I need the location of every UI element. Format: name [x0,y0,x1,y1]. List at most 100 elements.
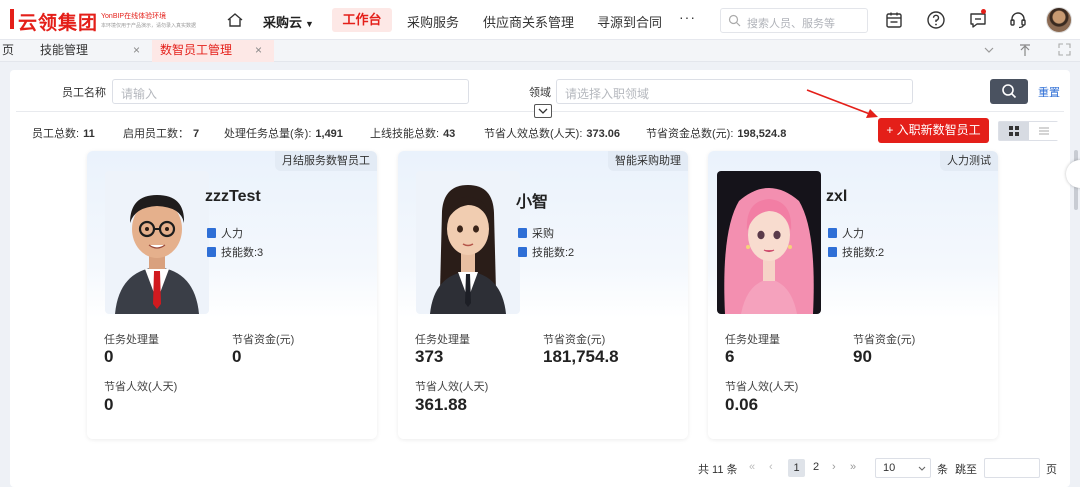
skill-icon [518,247,527,257]
tab-home[interactable]: 页 [0,40,24,62]
view-toggle [998,121,1058,141]
cloud-menu[interactable]: 采购云 ▼ [263,12,314,31]
chevron-down-icon[interactable] [984,46,994,54]
last-page-icon[interactable]: » [850,461,856,473]
nav-tab-sourcing-contract[interactable]: 寻源到合同 [597,12,662,31]
employee-avatar-image [105,171,209,314]
search-icon [728,14,741,27]
effort-label: 节省人效(人天) [725,381,799,393]
collapse-filter-button[interactable] [534,104,552,118]
search-placeholder: 搜索人员、服务等 [747,18,835,30]
employee-domain: 采购 [518,225,554,241]
list-icon [1039,127,1049,135]
caret-down-icon: ▼ [305,19,314,29]
nav-tab-procurement-service[interactable]: 采购服务 [407,12,459,31]
page-size-value: 10 [883,462,896,474]
nav-more-button[interactable]: ··· [679,9,696,25]
jump-label: 跳至 [955,464,977,476]
savings-label: 节省资金(元) [853,334,916,346]
brand-logo[interactable]: 云领集团 [18,8,98,35]
stat-saved-funds: 节省资金总数(元): 198,524.8 [646,128,787,140]
employee-name[interactable]: 小智 [516,188,548,212]
employee-card[interactable]: 人力测试 zxl 人力 技能数:2 任务处理量 6 节省资金(元) 90 节省人… [708,151,998,439]
prev-page-icon[interactable]: ‹ [769,461,773,473]
employee-avatar-image [717,171,821,314]
card-role-tag: 人力测试 [940,151,998,171]
onboard-new-employee-button[interactable]: + 入职新数智员工 [878,118,989,143]
close-icon[interactable]: × [133,40,140,60]
annotation-arrow [806,89,878,118]
effort-value: 0.06 [725,395,759,414]
page-button-current[interactable]: 1 [788,459,805,477]
employee-name-label: 员工名称 [62,87,106,99]
stat-total-tasks: 处理任务总量(条): 1,491 [224,128,343,140]
domain-icon [828,228,837,238]
reset-button[interactable]: 重置 [1038,84,1060,100]
effort-value: 0 [104,395,114,414]
tab-skill-management[interactable]: 技能管理 × [32,40,150,62]
pin-top-icon[interactable] [1019,44,1031,57]
global-search-input[interactable]: 搜索人员、服务等 [720,8,868,33]
skill-icon [207,247,216,257]
main-panel: 员工名称 请输入 领域 请选择入职领域 重置 员工总数: 11 启用员工数： 7 处… [10,70,1070,487]
effort-value: 361.88 [415,395,467,414]
stat-saved-effort: 节省人效总数(人天): 373.06 [484,128,621,140]
first-page-icon[interactable]: « [749,461,755,473]
employee-name[interactable]: zxl [826,188,847,206]
search-button[interactable] [990,79,1028,104]
effort-label: 节省人效(人天) [415,381,489,393]
employee-card[interactable]: 智能采购助理 小智 采购 技能数:2 任务处理量 373 节省资金(元) 181… [398,151,688,439]
employee-name-input[interactable]: 请输入 [112,79,469,104]
pagination-total: 共 11 条 [698,464,738,476]
chevron-down-icon [538,108,548,114]
tasks-label: 任务处理量 [415,334,470,346]
brand-note: 本环境仅用于产品演示，请勿录入真实数据 [101,23,197,29]
stat-enabled-employees: 启用员工数： 7 [123,128,200,140]
employee-skill-count: 技能数:3 [207,244,263,260]
brand-subtitle: YonBIP在线体验环境 [101,13,167,20]
page-button[interactable]: 2 [813,461,819,473]
nav-tab-workbench[interactable]: 工作台 [332,8,392,32]
grid-view-button[interactable] [999,122,1029,140]
chevron-down-icon [918,466,926,471]
tasks-label: 任务处理量 [725,334,780,346]
card-role-tag: 智能采购助理 [608,151,688,171]
employee-card[interactable]: 月结服务数智员工 zzzTest 人力 技能数:3 任务处理量 0 节省资金(元… [87,151,377,439]
list-view-button[interactable] [1029,122,1058,140]
employee-skill-count: 技能数:2 [518,244,574,260]
domain-label: 领域 [529,87,551,99]
page-suffix: 页 [1046,464,1057,476]
grid-icon [1009,126,1019,136]
logo-mark [10,9,14,29]
home-icon[interactable] [226,11,244,29]
savings-value: 0 [232,347,242,366]
tasks-value: 6 [725,347,735,366]
page-tabs: 页 技能管理 × 数智员工管理 × [0,40,1080,62]
stat-total-employees: 员工总数: 11 [32,128,95,140]
page-size-select[interactable]: 10 [875,458,931,478]
notification-badge [981,9,986,14]
tab-digital-employee-management[interactable]: 数智员工管理 × [152,40,274,62]
calendar-icon[interactable] [884,10,904,30]
nav-tab-supplier-relations[interactable]: 供应商关系管理 [483,12,574,31]
next-page-icon[interactable]: › [832,461,836,473]
headset-icon[interactable] [1008,10,1028,30]
skill-icon [828,247,837,257]
domain-icon [518,228,527,238]
tasks-value: 373 [415,347,444,366]
page-size-unit: 条 [937,464,948,476]
savings-value: 90 [853,347,872,366]
card-role-tag: 月结服务数智员工 [275,151,377,171]
employee-name[interactable]: zzzTest [205,188,261,206]
employee-avatar-image [416,171,520,314]
search-icon [1002,84,1017,99]
help-icon[interactable] [926,10,946,30]
user-avatar[interactable] [1046,7,1072,33]
savings-label: 节省资金(元) [543,334,606,346]
close-icon[interactable]: × [255,40,262,60]
fullscreen-icon[interactable] [1058,43,1071,56]
effort-label: 节省人效(人天) [104,381,178,393]
savings-value: 181,754.8 [543,347,619,366]
tasks-value: 0 [104,347,114,366]
jump-page-input[interactable] [984,458,1040,478]
